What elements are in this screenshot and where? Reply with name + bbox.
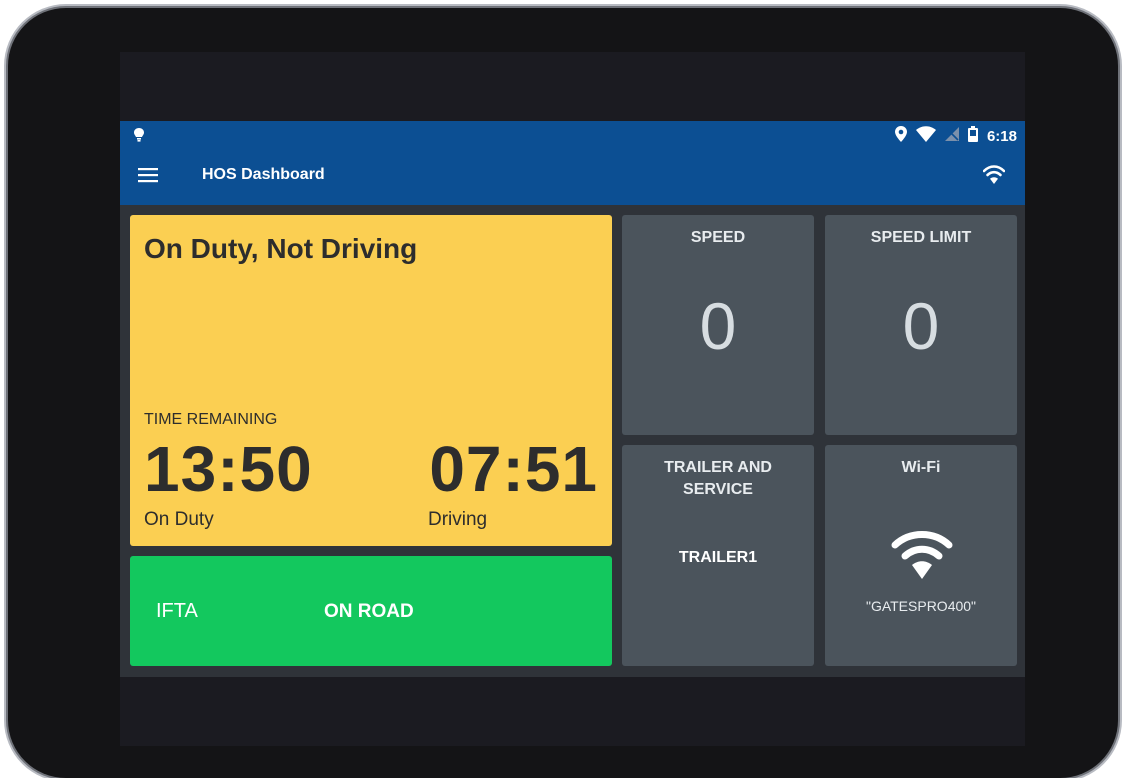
notification-bulb-icon [134, 128, 144, 147]
app-bar: 6:18 HOS Dashboard [120, 121, 1025, 205]
battery-icon [967, 126, 978, 147]
driving-timer: 07:51 [429, 433, 598, 505]
driving-label: Driving [428, 509, 488, 530]
cell-no-signal-icon [944, 127, 959, 146]
speed-limit-tile[interactable]: SPEED LIMIT 0 [825, 215, 1017, 435]
time-remaining-label: TIME REMAINING [144, 411, 278, 428]
status-bar: 6:18 [120, 121, 1025, 149]
wifi-ssid: "GATESPRO400" [865, 598, 977, 614]
status-clock: 6:18 [986, 128, 1017, 145]
tablet-screen: 6:18 HOS Dashboard On Duty, Not Driving … [120, 52, 1025, 746]
wifi-large-icon [891, 529, 953, 588]
speed-tile[interactable]: SPEED 0 [622, 215, 814, 435]
page-title: HOS Dashboard [202, 166, 325, 183]
speed-label: SPEED [690, 229, 746, 246]
wifi-tile[interactable]: Wi-Fi "GATESPRO400" [825, 445, 1017, 666]
app-root: 6:18 HOS Dashboard On Duty, Not Driving … [120, 121, 1025, 677]
speed-limit-value: 0 [902, 289, 940, 363]
hamburger-menu-icon[interactable] [138, 167, 162, 187]
toolbar: HOS Dashboard [120, 149, 1025, 205]
trailer-service-label: TRAILER AND SERVICE [664, 459, 772, 498]
wifi-status-icon[interactable] [982, 165, 1006, 190]
wifi-signal-icon [915, 126, 936, 147]
ifta-card[interactable]: IFTA ON ROAD [130, 556, 612, 666]
status-icons: 6:18 [894, 126, 1017, 147]
on-duty-label: On Duty [144, 509, 214, 530]
duty-status-card[interactable]: On Duty, Not Driving TIME REMAINING 13:5… [130, 215, 612, 546]
location-icon [894, 126, 907, 147]
wifi-label: Wi-Fi [901, 459, 941, 476]
tablet-device: 6:18 HOS Dashboard On Duty, Not Driving … [8, 8, 1118, 778]
trailer-value: TRAILER1 [678, 549, 758, 566]
on-duty-timer: 13:50 [144, 433, 313, 505]
duty-status-title: On Duty, Not Driving [144, 233, 418, 264]
ifta-label: IFTA [156, 600, 198, 622]
speed-value: 0 [699, 289, 737, 363]
trailer-service-tile[interactable]: TRAILER AND SERVICE TRAILER1 [622, 445, 814, 666]
ifta-status: ON ROAD [324, 601, 414, 622]
speed-limit-label: SPEED LIMIT [870, 229, 972, 246]
